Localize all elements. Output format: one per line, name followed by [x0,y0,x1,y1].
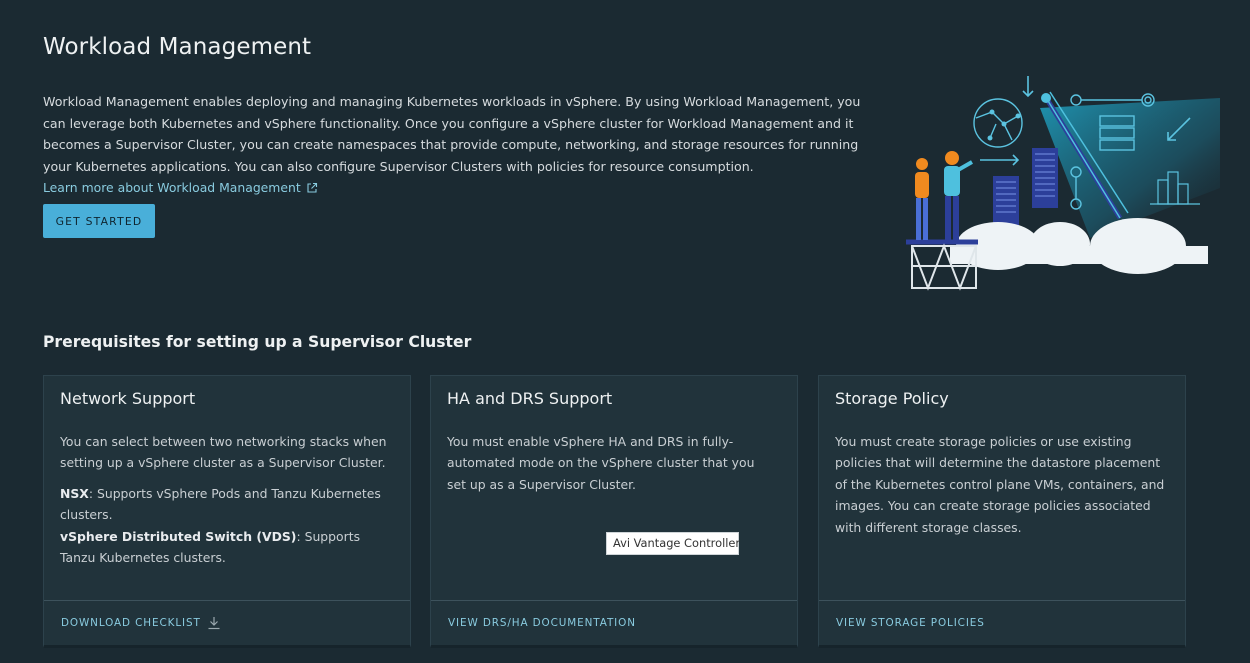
view-storage-policies-link[interactable]: VIEW STORAGE POLICIES [836,617,985,629]
card-footer: VIEW DRS/HA DOCUMENTATION [431,600,797,646]
card-description: You must enable vSphere HA and DRS in fu… [447,434,755,492]
card-body: You must enable vSphere HA and DRS in fu… [447,431,777,504]
card-body: You must create storage policies or use … [835,431,1165,547]
intro-text: Workload Management enables deploying an… [43,94,861,174]
card-title: Network Support [60,389,196,408]
card-body: You can select between two networking st… [60,431,390,568]
external-link-icon [307,182,317,193]
vds-label: vSphere Distributed Switch (VDS) [60,528,297,544]
download-icon[interactable] [207,616,221,630]
person-figures [915,151,973,240]
card-title: HA and DRS Support [447,389,613,408]
card-footer: VIEW STORAGE POLICIES [819,600,1185,646]
storage-policy-card: Storage Policy You must create storage p… [818,375,1186,648]
learn-more-label: Learn more about Workload Management [43,180,301,195]
card-description: You must create storage policies or use … [835,434,1165,535]
vds-note: vSphere Distributed Switch (VDS): Suppor… [60,526,390,569]
download-checklist-link[interactable]: DOWNLOAD CHECKLIST [61,617,201,629]
nsx-label: NSX [60,485,89,501]
network-support-card: Network Support You can select between t… [43,375,411,648]
get-started-button[interactable]: GET STARTED [43,204,155,238]
nsx-text: : Supports vSphere Pods and Tanzu Kubern… [60,485,381,523]
ha-drs-support-card: HA and DRS Support You must enable vSphe… [430,375,798,648]
card-footer: DOWNLOAD CHECKLIST [44,600,410,646]
network-globe-icon [973,98,1023,148]
workload-management-page: Workload Management Workload Management … [0,0,1250,663]
view-drs-ha-documentation-link[interactable]: VIEW DRS/HA DOCUMENTATION [448,617,636,629]
clouds [950,218,1208,274]
page-title: Workload Management [43,34,312,60]
learn-more-link[interactable]: Learn more about Workload Management [43,180,318,195]
workload-illustration [906,76,1220,291]
tooltip: Avi Vantage Controller [606,532,740,555]
card-description: You can select between two networking st… [60,434,387,471]
card-title: Storage Policy [835,389,949,408]
nsx-note: NSX: Supports vSphere Pods and Tanzu Kub… [60,483,390,526]
prerequisites-heading: Prerequisites for setting up a Superviso… [43,333,472,351]
